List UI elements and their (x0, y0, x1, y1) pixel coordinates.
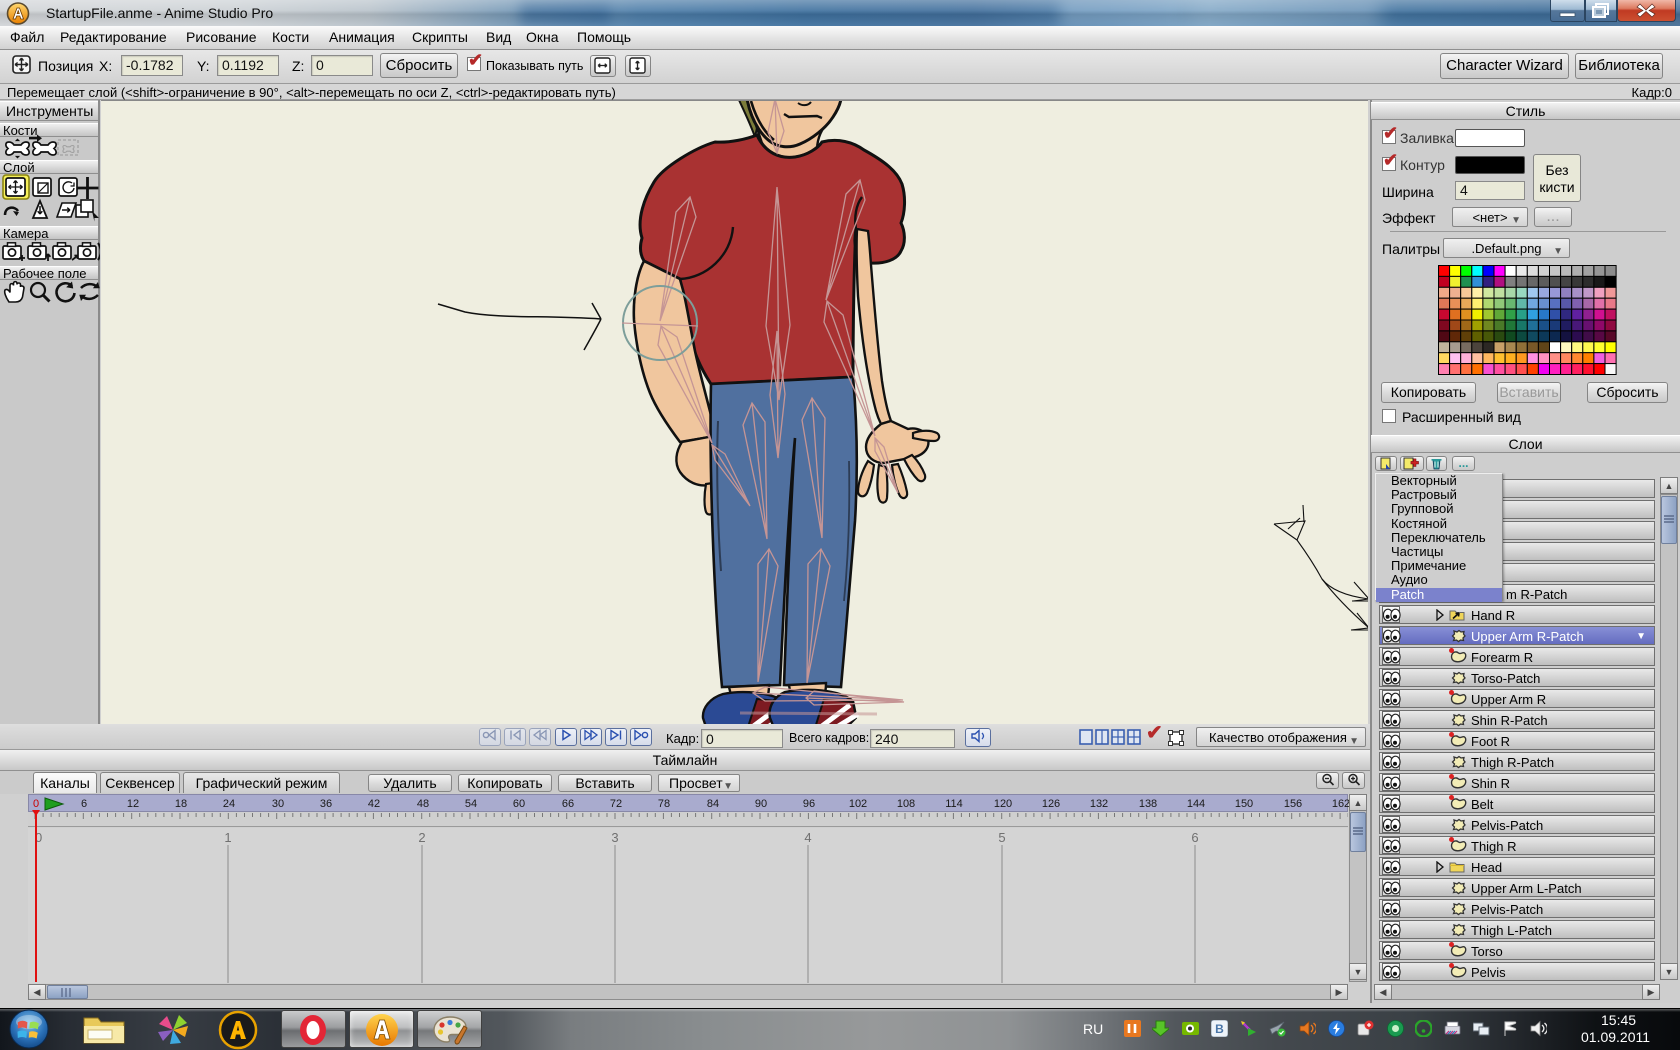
svg-text:1: 1 (224, 830, 231, 845)
svg-text:6: 6 (1191, 830, 1198, 845)
svg-text:2: 2 (418, 830, 425, 845)
svg-text:B: B (1215, 1022, 1224, 1036)
svg-text:5: 5 (998, 830, 1005, 845)
svg-text:4: 4 (804, 830, 811, 845)
svg-text:3: 3 (611, 830, 618, 845)
